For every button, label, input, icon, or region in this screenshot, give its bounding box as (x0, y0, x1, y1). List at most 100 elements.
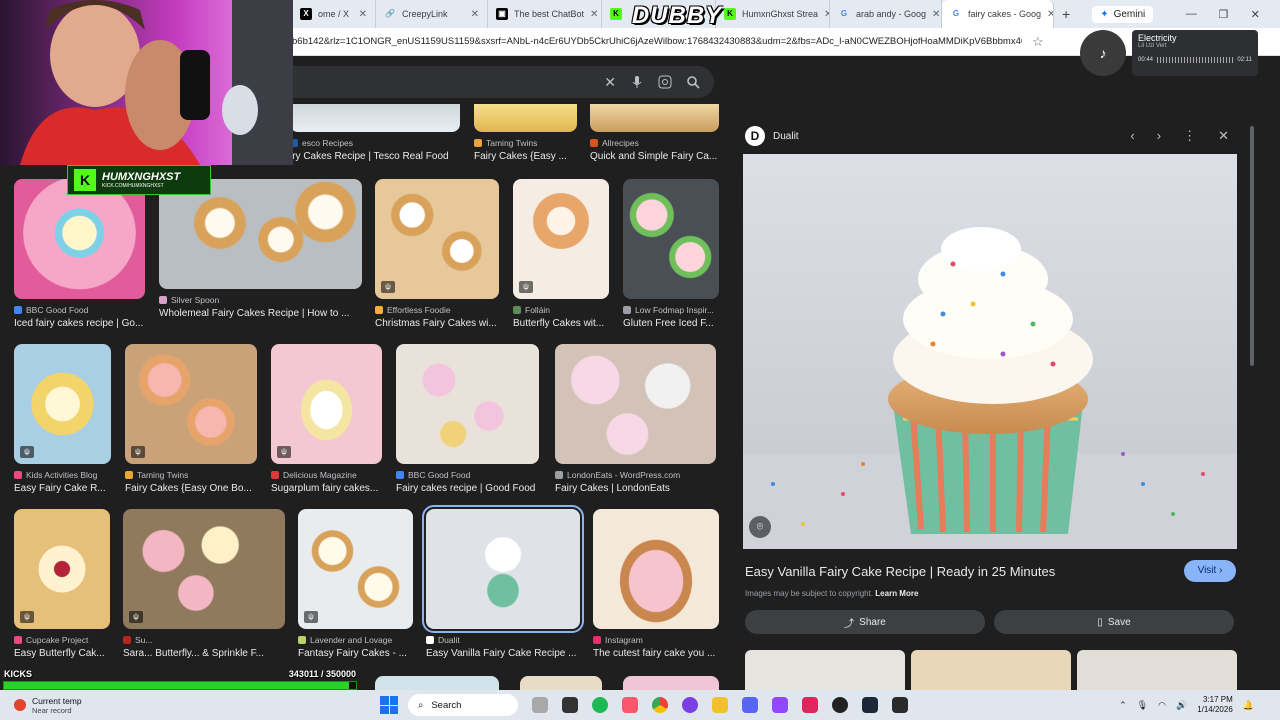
tab-creepylink[interactable]: 🔗 CreepyLink ✕ (376, 0, 488, 28)
wifi-icon[interactable]: ◠ (1158, 700, 1166, 711)
new-tab-button[interactable]: + (1054, 6, 1078, 22)
preview-image[interactable] (743, 154, 1237, 549)
image-result[interactable]: ψ Delicious Magazine Sugarplum fairy cak… (271, 344, 382, 494)
clear-search-icon[interactable]: ✕ (604, 74, 616, 91)
search-box[interactable]: ✕ (290, 66, 714, 98)
bookmark-star-icon[interactable]: ☆ (1032, 34, 1044, 50)
close-tab-icon[interactable]: ✕ (471, 9, 479, 20)
result-thumbnail[interactable] (159, 179, 362, 289)
result-title[interactable]: Iced fairy cakes recipe | Go... (14, 318, 145, 329)
result-thumbnail[interactable] (623, 676, 719, 690)
close-tab-icon[interactable]: ✕ (359, 9, 367, 20)
related-image[interactable] (1077, 650, 1237, 690)
image-result[interactable]: Instagram The cutest fairy cake you ... (593, 509, 719, 659)
image-result[interactable] (375, 676, 499, 690)
image-result[interactable]: ψ Lavender and Lovage Fantasy Fairy Cake… (298, 509, 413, 659)
next-image-icon[interactable]: › (1157, 128, 1161, 144)
result-thumbnail[interactable]: ψ (14, 344, 111, 464)
preview-source[interactable]: D Dualit (745, 126, 799, 146)
image-result[interactable]: ψ Cupcake Project Easy Butterfly Cak... (14, 509, 110, 659)
image-result[interactable]: Silver Spoon Wholemeal Fairy Cakes Recip… (159, 179, 362, 319)
result-thumbnail[interactable]: ψ (271, 344, 382, 464)
result-title[interactable]: Fairy Cakes | LondonEats (555, 483, 716, 494)
result-thumbnail[interactable] (593, 509, 719, 629)
tab-arab-andy[interactable]: G arab andy - Goog ✕ (830, 0, 942, 28)
related-image[interactable] (745, 650, 905, 690)
result-thumbnail[interactable] (375, 676, 499, 690)
maximize-icon[interactable]: ❐ (1207, 8, 1239, 21)
image-result[interactable]: ψ Kids Activities Blog Easy Fairy Cake R… (14, 344, 111, 494)
result-thumbnail[interactable] (14, 179, 145, 299)
lens-search-icon[interactable] (658, 75, 672, 89)
chrome-icon[interactable] (652, 697, 668, 713)
more-options-icon[interactable]: ⋮ (1183, 128, 1196, 144)
close-window-icon[interactable]: ✕ (1239, 8, 1271, 21)
save-button[interactable]: ▯ Save (994, 610, 1234, 634)
tray-overflow-icon[interactable]: ⌃ (1119, 700, 1127, 711)
discord-icon[interactable] (742, 697, 758, 713)
result-thumbnail[interactable] (290, 104, 460, 132)
app-purple-icon[interactable] (682, 697, 698, 713)
result-thumbnail[interactable] (555, 344, 716, 464)
obs-icon[interactable] (832, 697, 848, 713)
minimize-icon[interactable]: — (1175, 8, 1207, 20)
close-tab-icon[interactable]: ✕ (590, 9, 598, 20)
previous-image-icon[interactable]: ‹ (1130, 128, 1134, 144)
volume-icon[interactable]: 🔊 (1176, 700, 1187, 711)
preview-title[interactable]: Easy Vanilla Fairy Cake Recipe | Ready i… (745, 564, 1055, 579)
tab-fairy-cakes[interactable]: G fairy cakes - Goog ✕ (942, 0, 1054, 28)
tab-x[interactable]: X ome / X ✕ (292, 0, 376, 28)
notifications-icon[interactable]: 🔔 (1243, 700, 1254, 711)
app-red-icon[interactable] (802, 697, 818, 713)
steam-icon[interactable] (862, 697, 878, 713)
search-icon[interactable] (686, 75, 700, 89)
image-result[interactable]: Taming Twins Fairy Cakes {Easy ... (474, 104, 577, 162)
terminal-icon[interactable] (562, 697, 578, 713)
result-title[interactable]: Easy Fairy Cake R... (14, 483, 111, 494)
result-thumbnail[interactable]: ψ (375, 179, 499, 299)
image-result-selected[interactable]: Dualit Easy Vanilla Fairy Cake Recipe ..… (422, 505, 584, 659)
gemini-button[interactable]: ✦ Gemini (1092, 5, 1154, 23)
share-button[interactable]: ⤴ Share (745, 610, 985, 634)
image-result[interactable]: BBC Good Food Fairy cakes recipe | Good … (396, 344, 539, 494)
image-result[interactable]: ψ Taming Twins Fairy Cakes {Easy One Bo.… (125, 344, 257, 494)
image-result[interactable]: Low Fodmap Inspir... Gluten Free Iced F.… (623, 179, 719, 329)
spotify-icon[interactable] (592, 697, 608, 713)
result-thumbnail[interactable] (590, 104, 719, 132)
visit-button[interactable]: Visit › (1184, 560, 1236, 582)
result-thumbnail[interactable]: ψ (513, 179, 609, 299)
related-image[interactable] (911, 650, 1071, 690)
result-title[interactable]: Fairy Cakes {Easy ... (474, 151, 577, 162)
scrollbar[interactable] (1250, 126, 1254, 366)
tab-humxnghxst-stream[interactable]: K HumxnGhxst Strea ✕ (716, 0, 830, 28)
result-title[interactable]: Fairy cakes recipe | Good Food (396, 483, 539, 494)
result-title[interactable]: Christmas Fairy Cakes wi... (375, 318, 499, 329)
image-result[interactable]: BBC Good Food Iced fairy cakes recipe | … (14, 179, 145, 329)
image-result[interactable]: esco Recipes iry Cakes Recipe | Tesco Re… (290, 104, 460, 162)
url-field[interactable]: b6b142&rlz=1C1ONGR_enUS1159US1159&sxsrf=… (292, 36, 1022, 47)
lens-search-icon[interactable]: ⌾ (749, 516, 771, 538)
close-tab-icon[interactable]: ✕ (1047, 9, 1053, 20)
result-thumbnail[interactable]: ψ (298, 509, 413, 629)
result-title[interactable]: The cutest fairy cake you ... (593, 648, 719, 659)
image-result[interactable] (520, 676, 602, 690)
result-title[interactable]: Fantasy Fairy Cakes - ... (298, 648, 413, 659)
image-result[interactable]: Allrecipes Quick and Simple Fairy Ca... (590, 104, 719, 162)
result-title[interactable]: Gluten Free Iced F... (623, 318, 719, 329)
microphone-icon[interactable]: 🎙 (1137, 700, 1148, 711)
tab-chatbot[interactable]: ▣ The best ChatBot ✕ (488, 0, 602, 28)
result-thumbnail[interactable] (623, 179, 719, 299)
clock[interactable]: 3:17 PM 1/14/2026 (1197, 695, 1233, 715)
result-title[interactable]: Easy Butterfly Cak... (14, 648, 110, 659)
image-result[interactable]: ψ Effortless Foodie Christmas Fairy Cake… (375, 179, 499, 329)
close-preview-icon[interactable]: ✕ (1218, 128, 1229, 144)
result-thumbnail[interactable]: ψ (123, 509, 285, 629)
voice-search-icon[interactable] (630, 75, 644, 89)
taskbar-search[interactable]: ⌕ Search (408, 694, 518, 716)
twitch-icon[interactable] (772, 697, 788, 713)
task-view-icon[interactable] (532, 697, 548, 713)
result-thumbnail[interactable] (396, 344, 539, 464)
result-title[interactable]: Butterfly Cakes wit... (513, 318, 609, 329)
result-thumbnail[interactable]: ψ (14, 509, 110, 629)
result-title[interactable]: Quick and Simple Fairy Ca... (590, 151, 719, 162)
